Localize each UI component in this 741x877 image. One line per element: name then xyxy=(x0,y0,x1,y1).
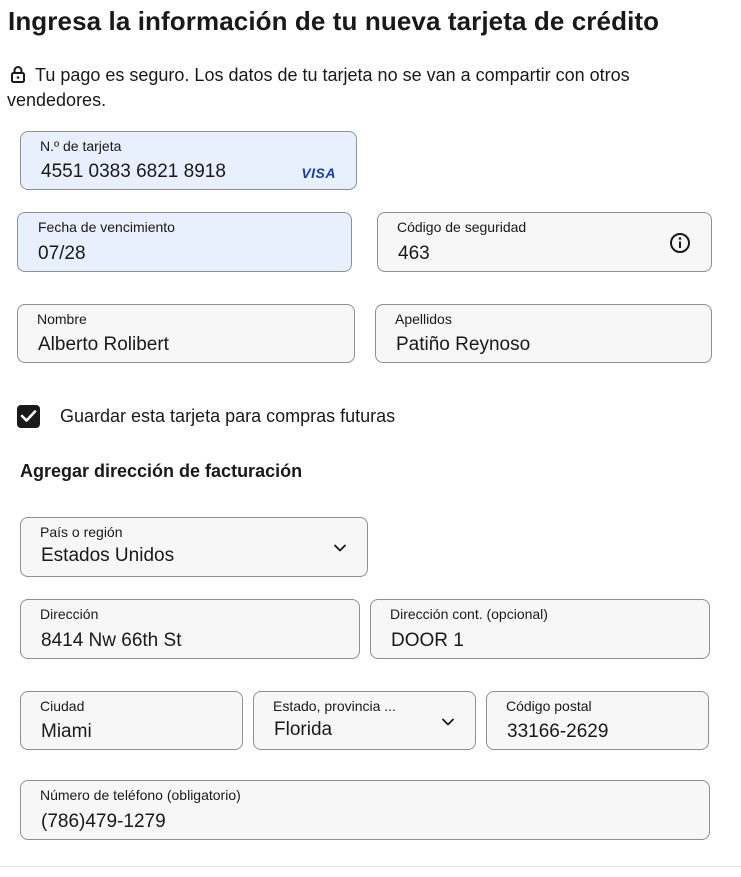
address2-field[interactable]: Dirección cont. (opcional) DOOR 1 xyxy=(370,599,710,659)
postal-code-field[interactable]: Código postal 33166-2629 xyxy=(486,691,709,750)
page-title: Ingresa la información de tu nueva tarje… xyxy=(8,6,660,36)
expiry-date-value: 07/28 xyxy=(38,243,86,264)
chevron-down-icon xyxy=(334,544,346,552)
country-select[interactable]: País o región Estados Unidos xyxy=(20,517,368,577)
address-value: 8414 Nw 66th St xyxy=(41,630,182,651)
city-field[interactable]: Ciudad Miami xyxy=(20,691,243,750)
last-name-label: Apellidos xyxy=(395,311,452,327)
address-label: Dirección xyxy=(40,606,99,622)
security-code-value: 463 xyxy=(398,243,430,264)
address2-value: DOOR 1 xyxy=(391,630,464,651)
card-number-field[interactable]: N.º de tarjeta 4551 0383 6821 8918 VISA xyxy=(20,131,357,190)
info-icon[interactable] xyxy=(669,232,691,254)
expiry-date-label: Fecha de vencimiento xyxy=(38,219,175,235)
first-name-label: Nombre xyxy=(37,311,87,327)
city-label: Ciudad xyxy=(40,698,85,714)
divider xyxy=(0,866,741,867)
phone-value: (786)479-1279 xyxy=(41,811,166,832)
security-code-label: Código de seguridad xyxy=(397,219,527,235)
lock-icon xyxy=(11,66,25,83)
country-value: Estados Unidos xyxy=(41,545,175,566)
postal-code-label: Código postal xyxy=(506,698,592,714)
secure-note-text: Tu pago es seguro. Los datos de tu tarje… xyxy=(7,65,630,110)
state-value: Florida xyxy=(274,719,333,740)
first-name-value: Alberto Rolibert xyxy=(38,334,169,355)
card-number-label: N.º de tarjeta xyxy=(40,138,122,154)
security-code-field[interactable]: Código de seguridad 463 xyxy=(377,212,712,272)
phone-label: Número de teléfono (obligatorio) xyxy=(40,787,241,803)
last-name-value: Patiño Reynoso xyxy=(396,334,531,355)
address-field[interactable]: Dirección 8414 Nw 66th St xyxy=(20,599,360,659)
city-value: Miami xyxy=(41,721,92,742)
state-label: Estado, provincia ... xyxy=(273,698,396,714)
card-number-value: 4551 0383 6821 8918 xyxy=(41,161,226,182)
checkmark-icon xyxy=(20,410,37,422)
last-name-field[interactable]: Apellidos Patiño Reynoso xyxy=(375,304,712,363)
visa-logo: VISA xyxy=(301,165,336,181)
phone-field[interactable]: Número de teléfono (obligatorio) (786)47… xyxy=(20,780,710,840)
save-card-label[interactable]: Guardar esta tarjeta para compras futura… xyxy=(60,406,395,427)
billing-section-title: Agregar dirección de facturación xyxy=(20,461,303,481)
postal-code-value: 33166-2629 xyxy=(507,721,609,742)
secure-payment-note: Tu pago es seguro. Los datos de tu tarje… xyxy=(7,63,707,113)
state-select[interactable]: Estado, provincia ... Florida xyxy=(253,691,476,750)
expiry-date-field[interactable]: Fecha de vencimiento 07/28 xyxy=(17,212,352,272)
chevron-down-icon xyxy=(442,718,454,726)
address2-label: Dirección cont. (opcional) xyxy=(390,606,548,622)
first-name-field[interactable]: Nombre Alberto Rolibert xyxy=(17,304,355,363)
country-label: País o región xyxy=(40,524,123,540)
save-card-checkbox[interactable] xyxy=(17,405,40,428)
